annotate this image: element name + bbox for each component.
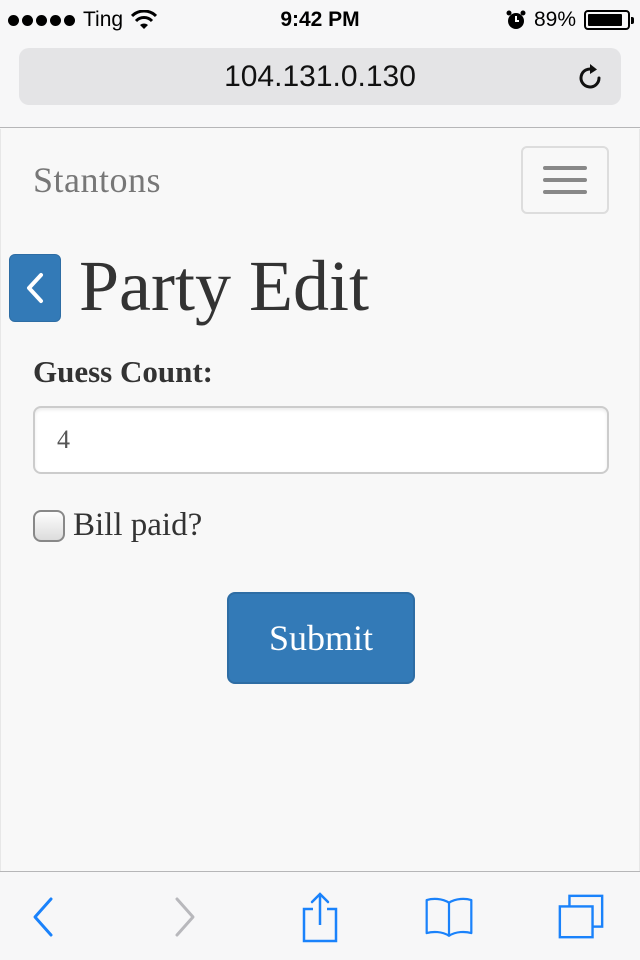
hamburger-menu-icon bbox=[543, 178, 587, 182]
share-icon bbox=[302, 892, 338, 943]
guess-count-label: Guess Count: bbox=[33, 354, 214, 389]
hamburger-menu-icon bbox=[543, 190, 587, 194]
page-content: Stantons Party Edit Guess Count: Bill pa… bbox=[0, 129, 640, 871]
bill-paid-label[interactable]: Bill paid? bbox=[73, 507, 202, 544]
tabs-button[interactable] bbox=[556, 892, 606, 942]
back-button[interactable] bbox=[9, 254, 61, 322]
back-arrow-icon bbox=[33, 897, 53, 937]
guess-count-input[interactable] bbox=[33, 406, 609, 474]
battery-fill bbox=[588, 14, 622, 26]
url-field[interactable]: 104.131.0.130 bbox=[19, 48, 621, 105]
hamburger-menu-button[interactable] bbox=[521, 146, 609, 214]
status-right: 89% bbox=[506, 8, 634, 32]
alarm-icon bbox=[506, 10, 526, 29]
forward-arrow-icon bbox=[175, 897, 195, 937]
browser-toolbar bbox=[0, 871, 640, 960]
bookmarks-button[interactable] bbox=[424, 892, 474, 942]
browser-address-area: 104.131.0.130 bbox=[0, 40, 640, 128]
bill-paid-checkbox[interactable] bbox=[33, 509, 65, 542]
tabs-icon bbox=[558, 894, 604, 939]
hamburger-menu-icon bbox=[543, 166, 587, 170]
battery-icon bbox=[584, 10, 634, 30]
url-text: 104.131.0.130 bbox=[224, 59, 416, 93]
chevron-left-icon bbox=[27, 273, 43, 303]
forward-arrow-button[interactable] bbox=[160, 892, 210, 942]
share-button[interactable] bbox=[295, 892, 345, 943]
submit-button[interactable]: Submit bbox=[227, 592, 415, 684]
status-bar: Ting 9:42 PM 89% bbox=[0, 0, 640, 40]
back-arrow-button[interactable] bbox=[18, 892, 68, 942]
reload-icon[interactable] bbox=[577, 62, 605, 92]
page-title: Party Edit bbox=[79, 246, 369, 326]
battery-percent: 89% bbox=[533, 8, 576, 31]
navbar-brand[interactable]: Stantons bbox=[33, 159, 161, 201]
bill-paid-row[interactable]: Bill paid? bbox=[33, 507, 202, 544]
bookmarks-icon bbox=[425, 897, 473, 937]
